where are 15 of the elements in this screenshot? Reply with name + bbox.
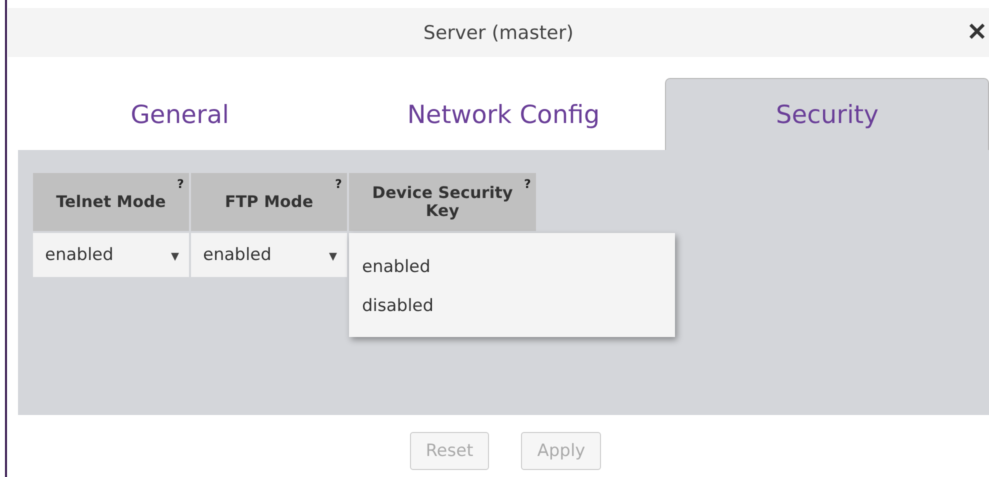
- tab[interactable]: General: [18, 78, 342, 150]
- window-title: Server (master): [423, 22, 574, 44]
- help-mark[interactable]: ?: [524, 177, 531, 191]
- select-field[interactable]: enabled ▾: [191, 233, 347, 277]
- close-button[interactable]: ✕: [967, 18, 987, 47]
- menu-option[interactable]: disabled: [349, 292, 675, 331]
- tab[interactable]: Network Config: [342, 78, 666, 150]
- tab[interactable]: Security: [665, 78, 989, 150]
- help-mark[interactable]: ?: [177, 177, 184, 191]
- menu-option[interactable]: enabled: [349, 253, 675, 292]
- header-label: FTP Mode: [224, 192, 314, 212]
- help-mark[interactable]: ?: [335, 177, 342, 191]
- header-label: Telnet Mode: [56, 192, 166, 212]
- select-field[interactable]: enabled ▾: [33, 233, 189, 277]
- header-label: Device Security Key: [371, 184, 514, 220]
